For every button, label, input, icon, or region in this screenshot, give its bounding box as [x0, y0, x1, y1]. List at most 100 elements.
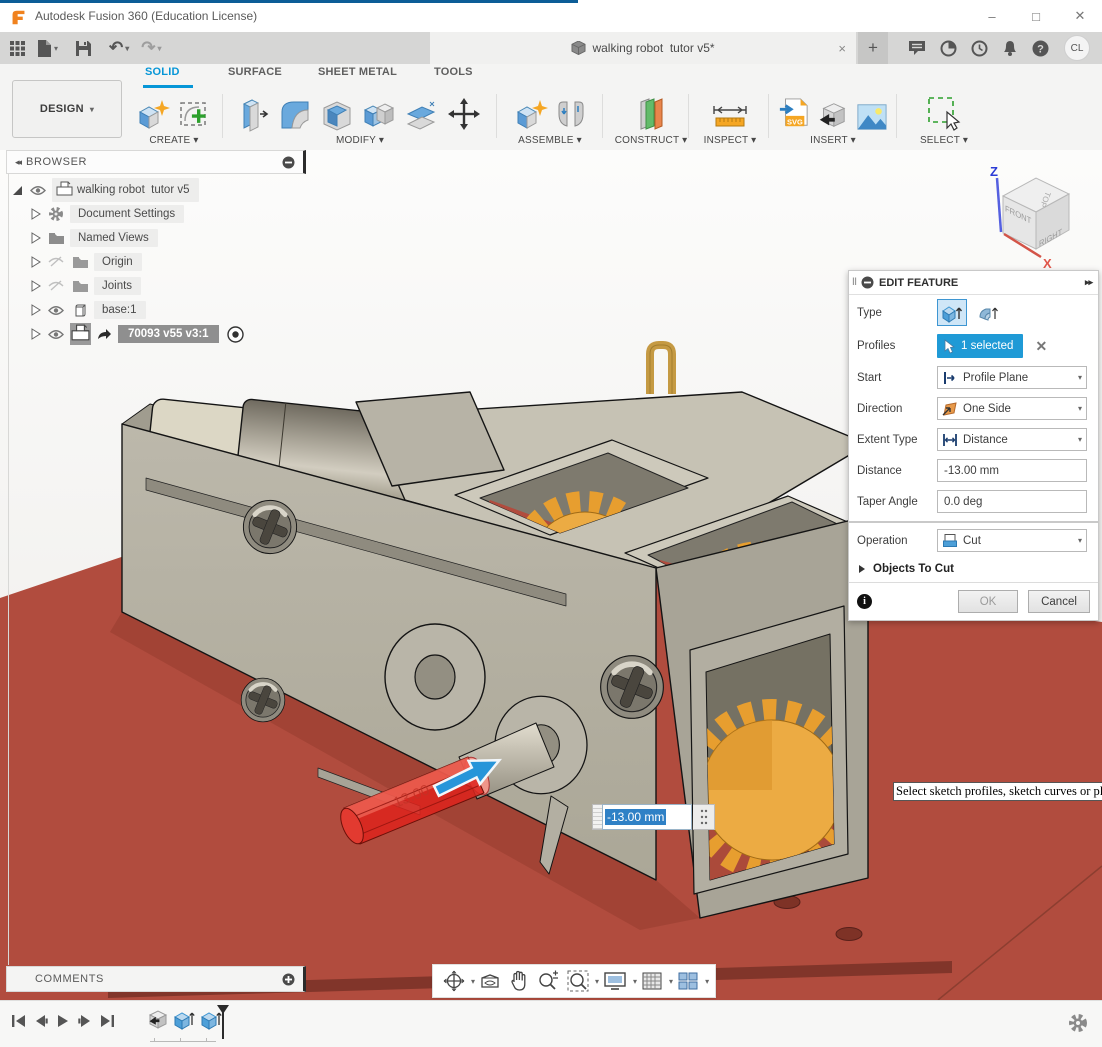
insert-svg-icon[interactable]: SVG: [778, 96, 808, 132]
display-settings-icon[interactable]: [603, 971, 627, 991]
comments-panel[interactable]: COMMENTS: [6, 966, 306, 992]
screw[interactable]: [241, 678, 285, 722]
pan-icon[interactable]: [509, 970, 529, 992]
dimension-input[interactable]: -13.00 mm: [602, 804, 692, 830]
cancel-button[interactable]: Cancel: [1028, 590, 1090, 613]
visibility-off-icon[interactable]: [46, 280, 66, 292]
browser-item-label[interactable]: Document Settings: [78, 208, 175, 220]
browser-item-base[interactable]: base:1: [10, 298, 244, 322]
browser-item-named-views[interactable]: Named Views: [10, 226, 244, 250]
dialog-expand-icon[interactable]: ▸▸: [1085, 277, 1092, 288]
timeline-step-forward-button[interactable]: [74, 1010, 96, 1032]
user-avatar[interactable]: CL: [1064, 35, 1090, 61]
dimension-grip[interactable]: [592, 804, 602, 830]
orbit-caret[interactable]: ▾: [471, 977, 475, 986]
add-comment-icon[interactable]: [282, 973, 295, 986]
file-menu-button[interactable]: ▾: [37, 40, 58, 57]
group-create-label[interactable]: CREATE ▾: [132, 135, 216, 146]
type-thin-extrude-button[interactable]: [973, 299, 1003, 326]
browser-item-label[interactable]: Named Views: [78, 232, 149, 244]
activate-component-radio[interactable]: [227, 326, 244, 343]
maximize-button[interactable]: □: [1014, 1, 1058, 31]
insert-canvas-icon[interactable]: [856, 102, 888, 132]
browser-header[interactable]: ◂◂ BROWSER: [6, 150, 306, 174]
grid-caret[interactable]: ▾: [669, 977, 673, 986]
expand-icon[interactable]: [28, 256, 42, 268]
history-clock-icon[interactable]: [971, 40, 988, 57]
fillet-icon[interactable]: [278, 98, 312, 132]
browser-item-label[interactable]: Joints: [102, 280, 132, 292]
browser-item-label[interactable]: base:1: [102, 304, 137, 316]
viewports-icon[interactable]: [677, 971, 699, 991]
close-button[interactable]: ✕: [1058, 1, 1102, 31]
insert-derive-icon[interactable]: [816, 98, 848, 132]
orbit-icon[interactable]: [443, 970, 465, 992]
timeline-go-to-end-button[interactable]: [96, 1010, 118, 1032]
dimension-handle[interactable]: [693, 804, 715, 830]
browser-item-root[interactable]: walking robot tutor v5: [10, 178, 244, 202]
zoom-icon[interactable]: [537, 970, 559, 992]
browser-item-joints[interactable]: Joints: [10, 274, 244, 298]
type-extrude-button[interactable]: [937, 299, 967, 326]
screw[interactable]: [243, 500, 296, 553]
dialog-minus-icon[interactable]: [861, 276, 874, 289]
app-grid-icon[interactable]: [10, 41, 25, 56]
document-tab-close-icon[interactable]: ×: [838, 41, 846, 56]
group-insert-label[interactable]: INSERT ▾: [774, 135, 892, 146]
timeline-extrude-feature-icon[interactable]: [173, 1008, 195, 1030]
undo-caret[interactable]: ▾: [125, 44, 129, 53]
idler-washer[interactable]: [385, 624, 485, 730]
profiles-selected-chip[interactable]: 1 selected: [937, 334, 1023, 358]
browser-item-document-settings[interactable]: Document Settings: [10, 202, 244, 226]
display-caret[interactable]: ▾: [633, 977, 637, 986]
fit-view-icon[interactable]: [567, 970, 589, 992]
group-assemble-label[interactable]: ASSEMBLE ▾: [502, 135, 598, 146]
expand-icon[interactable]: [28, 304, 42, 316]
create-solid-icon[interactable]: [136, 98, 170, 132]
visibility-eye-icon[interactable]: [28, 185, 48, 196]
browser-item-label[interactable]: Origin: [102, 256, 133, 268]
create-sketch-icon[interactable]: [178, 98, 212, 132]
tab-tools[interactable]: TOOLS: [434, 66, 473, 86]
look-at-icon[interactable]: [479, 971, 501, 991]
start-dropdown[interactable]: Profile Plane ▾: [937, 366, 1087, 389]
tab-sheet-metal[interactable]: SHEET METAL: [318, 66, 397, 86]
operation-dropdown[interactable]: Cut ▾: [937, 529, 1087, 552]
collapse-panel-icon[interactable]: ◂◂: [15, 157, 20, 168]
grid-display-icon[interactable]: [641, 971, 663, 991]
clear-selection-icon[interactable]: ✕: [1035, 338, 1047, 355]
dialog-grip[interactable]: ‖: [852, 277, 857, 288]
new-document-tab-button[interactable]: +: [858, 32, 888, 64]
info-icon[interactable]: i: [857, 594, 872, 609]
timeline-play-button[interactable]: [52, 1010, 74, 1032]
fit-caret[interactable]: ▾: [595, 977, 599, 986]
save-button[interactable]: [76, 41, 91, 56]
visibility-eye-icon[interactable]: [46, 305, 66, 316]
group-construct-label[interactable]: CONSTRUCT ▾: [608, 135, 694, 146]
help-icon[interactable]: ?: [1032, 40, 1049, 57]
press-pull-icon[interactable]: [238, 98, 270, 132]
timeline-playhead[interactable]: [216, 1005, 230, 1039]
select-icon[interactable]: [925, 94, 963, 132]
group-inspect-label[interactable]: INSPECT ▾: [692, 135, 768, 146]
expand-icon[interactable]: [28, 232, 42, 244]
tab-solid[interactable]: SOLID: [145, 66, 180, 86]
browser-item-70093[interactable]: 70093 v55 v3:1: [10, 322, 244, 346]
taper-angle-input[interactable]: 0.0 deg: [937, 490, 1087, 513]
dialog-header[interactable]: ‖ EDIT FEATURE ▸▸: [849, 271, 1098, 295]
expand-collapse-icon[interactable]: [10, 184, 24, 196]
notifications-bell-icon[interactable]: [1002, 40, 1018, 57]
expand-icon[interactable]: [28, 328, 42, 340]
distance-input[interactable]: -13.00 mm: [937, 459, 1087, 482]
offset-face-icon[interactable]: [404, 98, 438, 132]
redo-button[interactable]: ↷▾: [141, 38, 161, 58]
expand-icon[interactable]: [28, 280, 42, 292]
timeline-settings-gear-icon[interactable]: [1068, 1013, 1088, 1033]
joint-icon[interactable]: [556, 98, 586, 132]
move-copy-icon[interactable]: [446, 96, 482, 132]
tab-surface[interactable]: SURFACE: [228, 66, 282, 86]
extent-type-dropdown[interactable]: Distance ▾: [937, 428, 1087, 451]
group-modify-label[interactable]: MODIFY ▾: [232, 135, 488, 146]
construct-plane-icon[interactable]: [633, 96, 669, 132]
workspace-selector[interactable]: DESIGN▾: [12, 80, 122, 138]
